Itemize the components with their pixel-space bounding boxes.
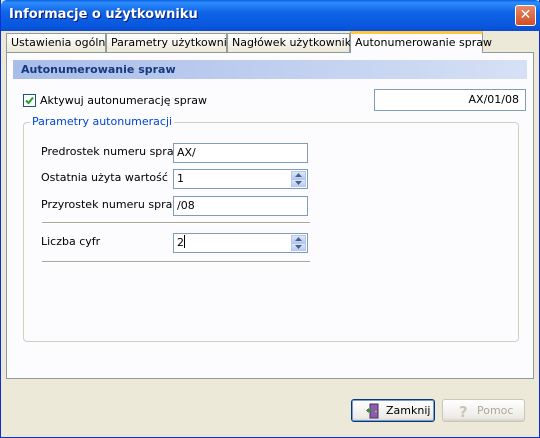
divider [42,261,310,263]
arrow-down-icon [295,245,302,249]
divider [42,222,310,224]
activate-autonumbering-checkbox[interactable] [23,94,36,107]
prefix-value: AX/ [177,146,196,159]
digit-count-spinbox[interactable]: 2 [173,233,308,253]
last-value-value: 1 [177,172,184,185]
tab-label: Ustawienia ogólne [11,36,113,49]
spin-up-button[interactable] [291,171,306,179]
close-button-label: Zamknij [386,404,431,417]
spin-down-button[interactable] [291,243,306,251]
close-icon: ✕ [519,7,532,23]
svg-text:?: ? [459,403,468,419]
number-preview-field: AX/01/08 [374,89,526,111]
last-value-spinner [291,171,306,187]
tab-label: Parametry użytkownika [111,36,240,49]
close-window-button[interactable]: ✕ [515,5,536,26]
activate-autonumbering-label: Aktywuj autonumerację spraw [40,94,208,107]
last-value-label: Ostatnia użyta wartość [41,171,168,184]
suffix-label: Przyrostek numeru sprawy [41,198,188,211]
tab-panel: Autonumerowanie spraw Aktywuj autonumera… [6,52,534,379]
door-exit-icon [366,403,379,419]
autonumbering-parameters-group: Parametry autonumeracji Predrostek numer… [23,115,519,342]
section-header: Autonumerowanie spraw [13,60,527,79]
tab-label: Nagłówek użytkownika [232,36,358,49]
prefix-input[interactable]: AX/ [173,143,308,163]
tab-user-parameters[interactable]: Parametry użytkownika [106,33,240,52]
suffix-input[interactable]: /08 [173,196,308,216]
digit-count-spinner [291,235,306,251]
arrow-up-icon [295,173,302,177]
tab-user-header[interactable]: Nagłówek użytkownika [227,33,358,52]
close-button[interactable]: Zamknij [351,399,435,422]
dialog-window: Informacje o użytkowniku ✕ Ustawienia og… [0,0,540,438]
prefix-label: Predrostek numeru spraw [41,145,183,158]
group-title: Parametry autonumeracji [30,115,175,128]
help-question-icon: ? [459,403,468,419]
spin-up-button[interactable] [291,235,306,243]
suffix-value: /08 [177,199,195,212]
tab-general-settings[interactable]: Ustawienia ogólne [6,33,112,52]
title-bar[interactable]: Informacje o użytkowniku ✕ [1,0,540,31]
digit-count-value: 2 [177,236,184,249]
help-button-label: Pomoc [477,404,514,417]
digit-count-label: Liczba cyfr [41,235,101,248]
last-value-spinbox[interactable]: 1 [173,169,308,189]
checkmark-icon [25,96,34,105]
spin-down-button[interactable] [291,179,306,187]
text-caret [184,235,185,248]
arrow-down-icon [295,181,302,185]
tab-case-autonumbering[interactable]: Autonumerowanie spraw [350,31,492,53]
help-button[interactable]: ? Pomoc [442,399,525,422]
tab-label: Autonumerowanie spraw [355,36,492,49]
window-title: Informacje o użytkowniku [9,7,198,22]
arrow-up-icon [295,237,302,241]
